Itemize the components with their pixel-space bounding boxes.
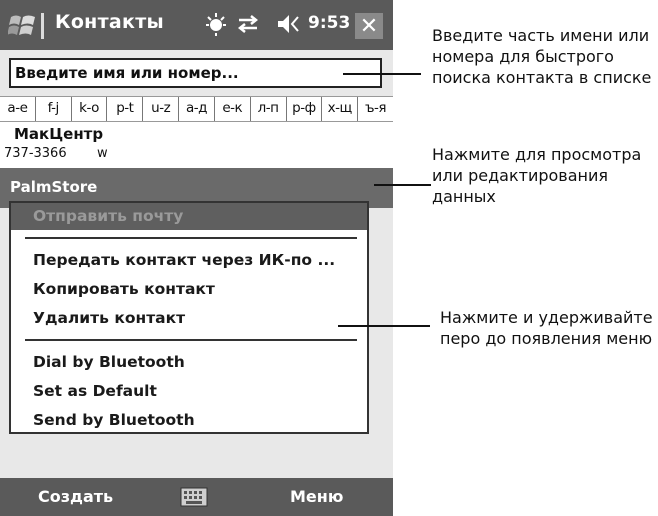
alpha-tab[interactable]: а-д [179, 97, 215, 121]
pocketpc-screen: Контакты 9:53 ✕ Введите имя или номер... [0, 0, 393, 516]
contact-phone: 737-3366 [4, 146, 67, 161]
alpha-tab[interactable]: а-е [0, 97, 36, 121]
clock[interactable]: 9:53 [308, 13, 350, 33]
menu-item-send-bluetooth[interactable]: Send by Bluetooth [33, 411, 195, 429]
callout-line-view [374, 184, 431, 186]
callout-view: Нажмите для просмотра или редактирования… [432, 145, 642, 206]
windows-start-icon[interactable] [8, 11, 38, 39]
callout-search: Введите часть имени или номера для быстр… [432, 26, 652, 87]
menu-item-copy-contact[interactable]: Копировать контакт [33, 280, 215, 298]
context-menu: Отправить почту Передать контакт через И… [9, 201, 369, 434]
menu-item-send-mail: Отправить почту [33, 207, 184, 225]
alpha-tab[interactable]: p-t [107, 97, 144, 121]
menu-item-delete-contact[interactable]: Удалить контакт [33, 309, 185, 327]
menu-separator [25, 237, 357, 239]
callout-line-hold [338, 325, 430, 327]
alphabet-index-bar: а-е f-j k-o p-t u-z а-д е-к л-п р-ф х-щ … [0, 96, 393, 122]
softkey-bar: Создать Меню [0, 478, 393, 516]
alpha-tab[interactable]: f-j [36, 97, 72, 121]
alpha-tab[interactable]: ъ-я [358, 97, 393, 121]
search-input[interactable]: Введите имя или номер... [9, 58, 382, 88]
alpha-tab[interactable]: р-ф [287, 97, 323, 121]
menu-softkey[interactable]: Меню [290, 487, 343, 506]
alpha-tab[interactable]: л-п [251, 97, 287, 121]
volume-icon[interactable] [276, 11, 300, 37]
notification-icon[interactable] [204, 11, 228, 37]
alpha-tab[interactable]: е-к [215, 97, 251, 121]
alpha-tab[interactable]: k-o [72, 97, 108, 121]
title-bar: Контакты 9:53 ✕ [0, 0, 393, 50]
app-title: Контакты [55, 11, 165, 33]
contact-name: МакЦентр [14, 125, 104, 143]
callout-line-search [343, 73, 421, 75]
contact-name: PalmStore [10, 178, 98, 196]
close-button[interactable]: ✕ [355, 13, 383, 39]
alpha-tab[interactable]: u-z [143, 97, 180, 121]
connectivity-icon[interactable] [236, 11, 260, 37]
new-softkey[interactable]: Создать [38, 487, 113, 506]
alpha-tab[interactable]: х-щ [322, 97, 359, 121]
keyboard-icon[interactable] [180, 487, 208, 507]
menu-item-beam-contact[interactable]: Передать контакт через ИК-по ... [33, 251, 335, 269]
contact-phone-type: w [97, 146, 108, 161]
menu-separator [25, 339, 357, 341]
contact-row[interactable]: МакЦентр 737-3366 w [0, 122, 393, 168]
menu-item-dial-bluetooth[interactable]: Dial by Bluetooth [33, 353, 185, 371]
menu-item-set-default[interactable]: Set as Default [33, 382, 157, 400]
callout-hold: Нажмите и удерживайте перо до появления … [440, 308, 653, 348]
title-divider [41, 13, 44, 39]
